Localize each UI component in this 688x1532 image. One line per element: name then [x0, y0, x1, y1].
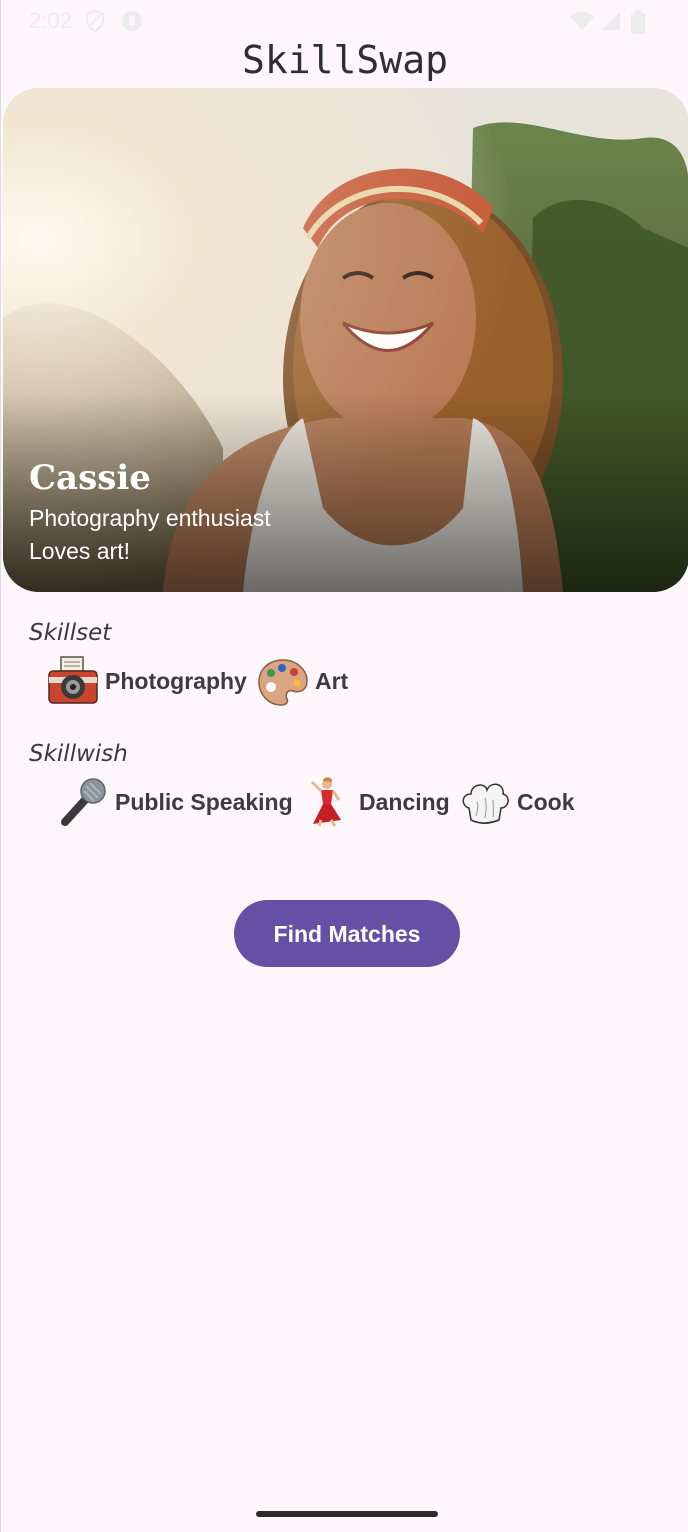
skill-label: Public Speaking — [115, 788, 293, 815]
skill-label: Art — [315, 667, 349, 694]
skill-chip-photography[interactable]: Photography — [47, 655, 247, 707]
profile-bio-line: Loves art! — [29, 538, 130, 564]
skillset-label: Skillset — [29, 620, 112, 646]
status-time: 2:02 — [29, 8, 72, 33]
skill-label: Dancing — [359, 788, 450, 815]
chef-hat-icon — [459, 776, 511, 828]
vpn-icon — [121, 10, 143, 37]
skill-chip-public-speaking[interactable]: Public Speaking — [57, 776, 293, 828]
skill-chip-cook[interactable]: Cook — [459, 776, 575, 828]
signal-icon — [601, 10, 621, 37]
skill-chip-art[interactable]: Art — [257, 655, 348, 707]
skill-chip-dancing[interactable]: Dancing — [301, 776, 450, 828]
shield-icon — [85, 9, 105, 37]
wifi-icon — [569, 10, 595, 37]
camera-icon — [47, 655, 99, 707]
profile-name: Cassie — [29, 458, 151, 498]
profile-bio-line: Photography enthusiast — [29, 505, 271, 531]
gesture-navigation-bar[interactable] — [256, 1511, 438, 1517]
palette-icon — [257, 655, 309, 707]
profile-bio: Photography enthusiast Loves art! — [29, 502, 271, 568]
dancer-icon — [301, 776, 353, 828]
skill-label: Cook — [517, 788, 575, 815]
battery-icon — [631, 10, 645, 39]
status-bar: 2:02 — [1, 0, 688, 40]
profile-photo-card[interactable]: Cassie Photography enthusiast Loves art! — [3, 88, 688, 592]
microphone-icon — [57, 776, 109, 828]
app-screen: 2:02 SkillSwap Cassie Photography enthus… — [0, 0, 688, 1532]
find-matches-button[interactable]: Find Matches — [234, 900, 460, 967]
skill-label: Photography — [105, 667, 247, 694]
skillwish-label: Skillwish — [29, 741, 128, 767]
app-title: SkillSwap — [242, 38, 448, 82]
